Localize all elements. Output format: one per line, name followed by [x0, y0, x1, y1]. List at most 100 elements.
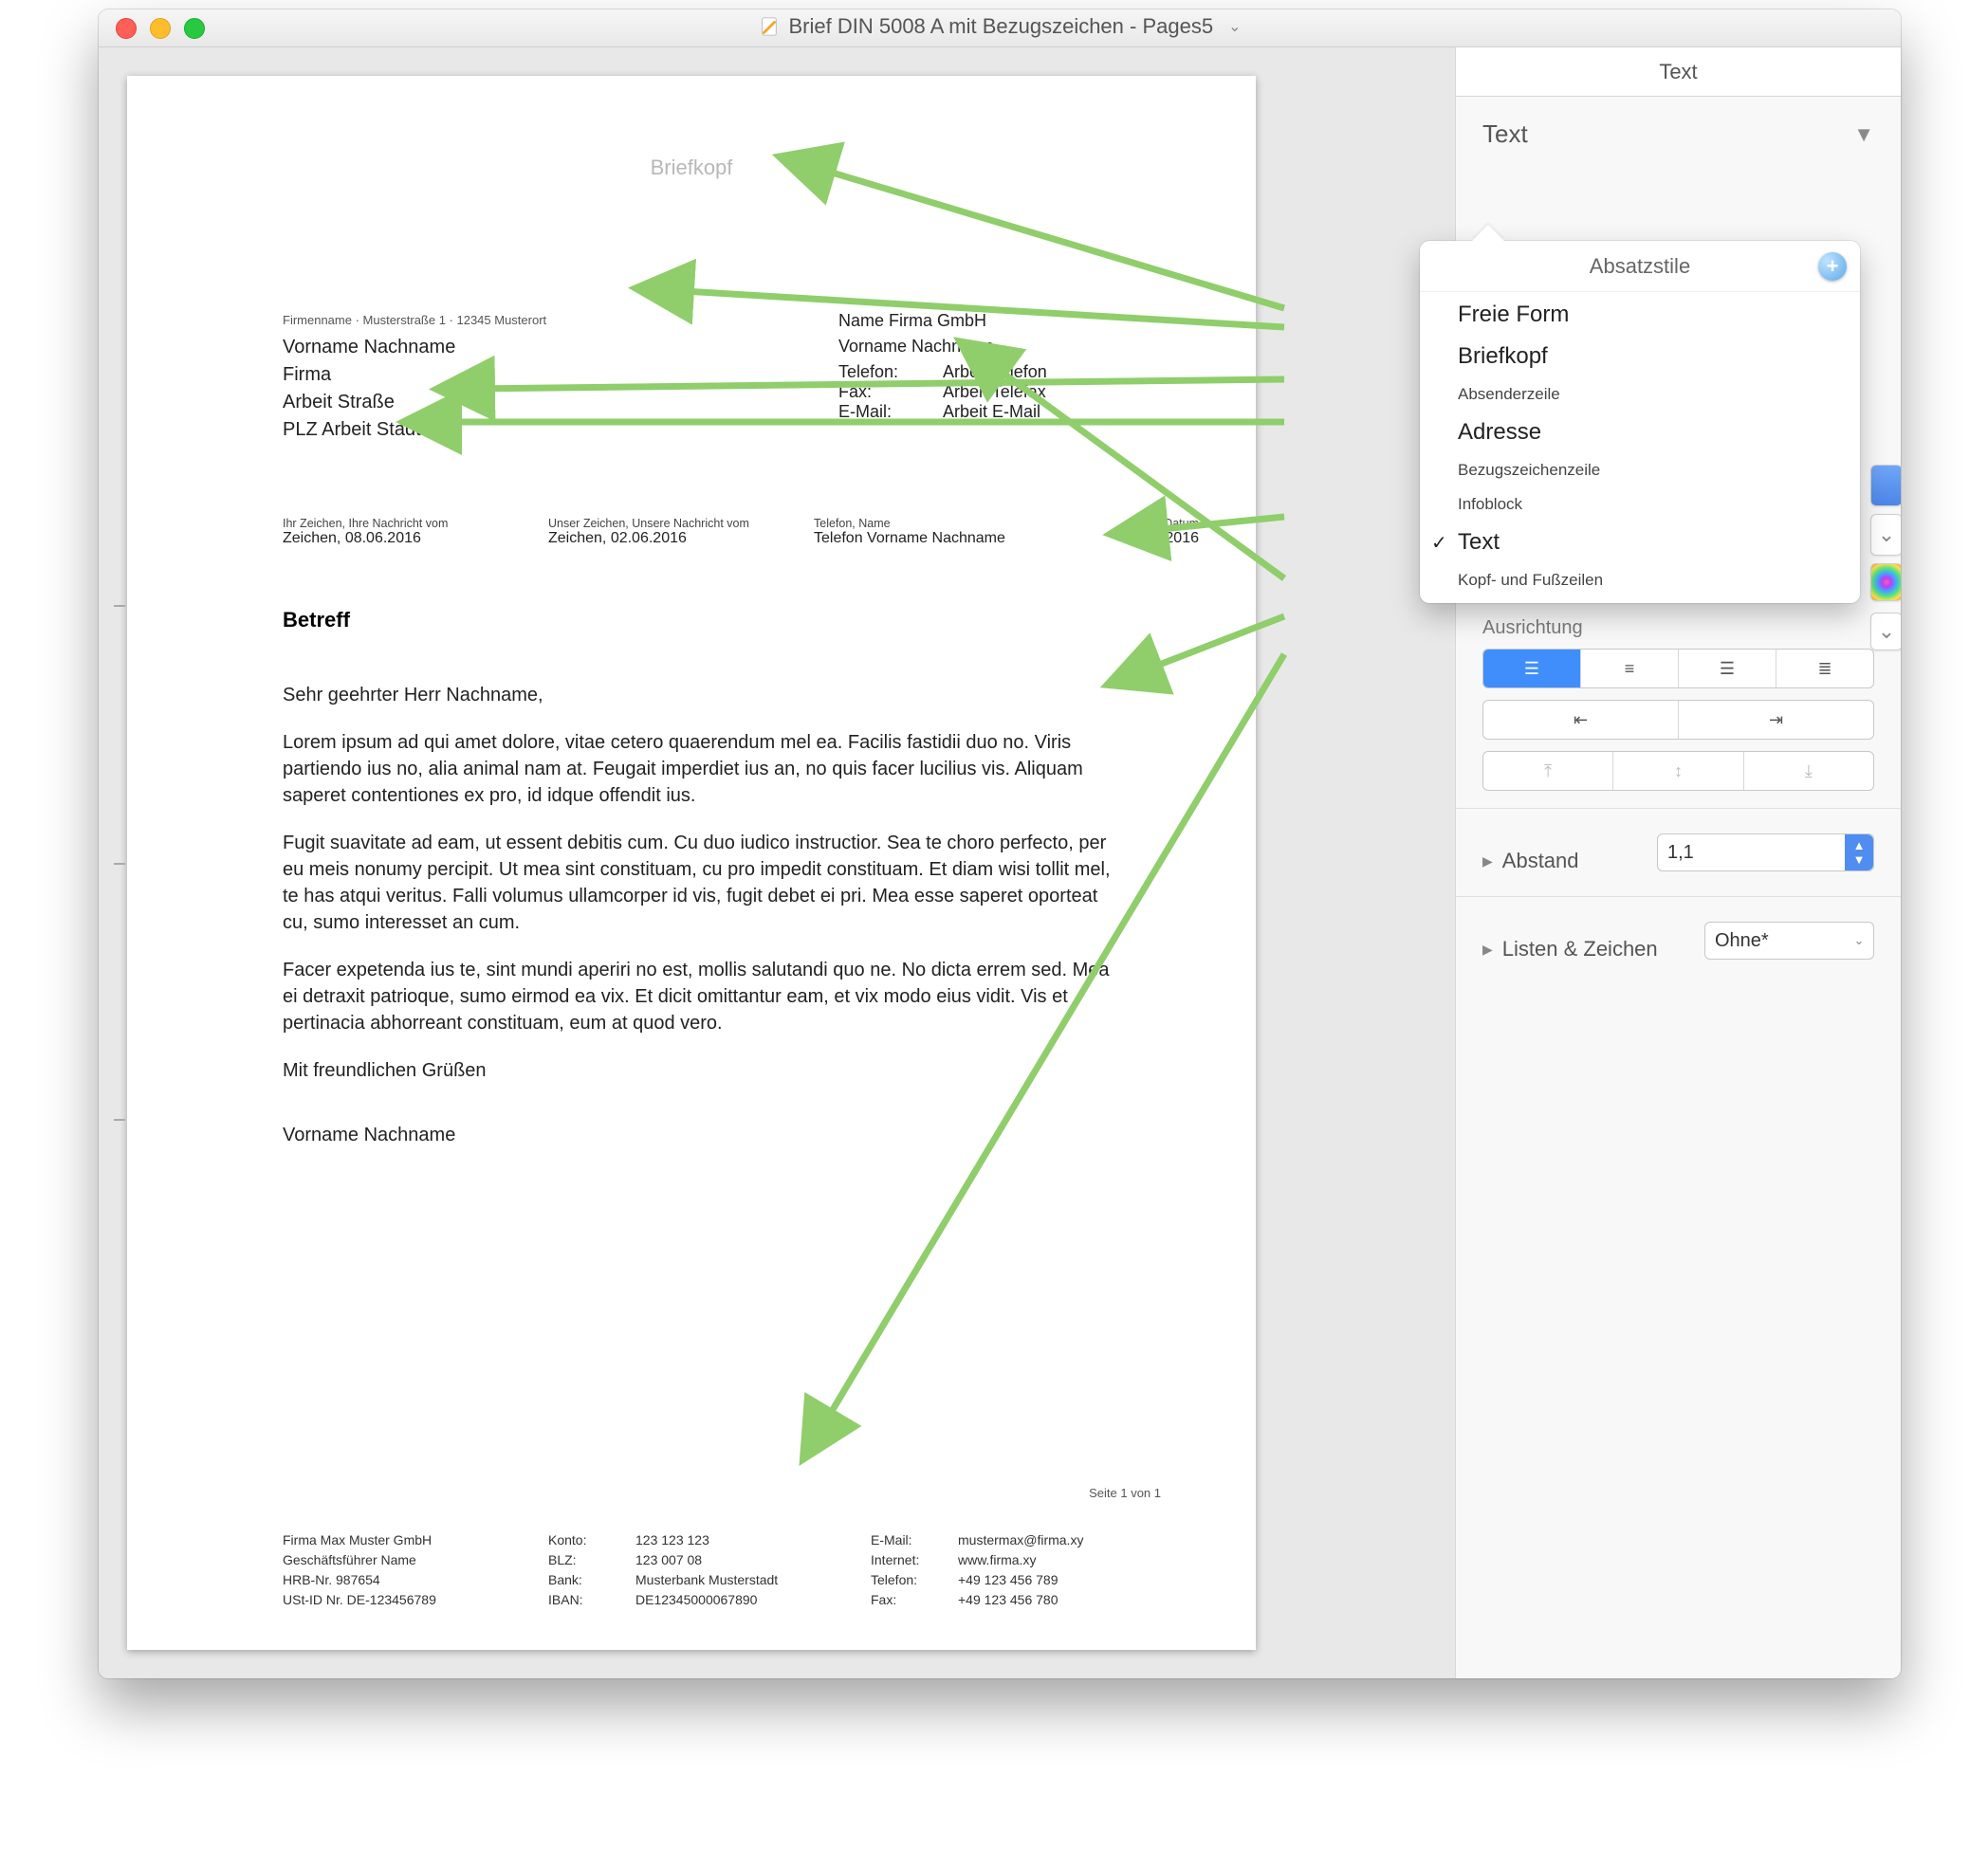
- close-icon[interactable]: [116, 18, 137, 39]
- footer-row: Fax:+49 123 456 780: [871, 1590, 1193, 1610]
- add-style-button[interactable]: +: [1818, 252, 1847, 281]
- closing: Mit freundlichen Grüßen: [283, 1057, 1117, 1084]
- paragraph: Facer expetenda ius te, sint mundi aperi…: [283, 957, 1117, 1036]
- salutation: Sehr geehrter Herr Nachname,: [283, 682, 1117, 708]
- valign-bottom-button: ⤓: [1744, 752, 1873, 790]
- chevron-down-icon[interactable]: ⌄: [1228, 17, 1241, 36]
- ref-val: Telefon Vorname Nachname: [814, 530, 1079, 547]
- ref-head: Ihr Zeichen, Ihre Nachricht vom: [283, 517, 548, 530]
- sender-line[interactable]: Firmenname · Musterstraße 1 · 12345 Must…: [283, 313, 546, 327]
- titlebar: Brief DIN 5008 A mit Bezugszeichen - Pag…: [99, 9, 1901, 47]
- format-inspector: Text Text ▼ ⌄ ⌄ Ausrichtung ☰ ≡ ☰ ≣: [1455, 47, 1901, 1678]
- minimize-icon[interactable]: [150, 18, 171, 39]
- addr-line: Vorname Nachname: [283, 334, 455, 361]
- ft: HRB-Nr. 987654: [283, 1570, 548, 1590]
- ref-val: 15.06.2016: [1079, 530, 1199, 547]
- color-well-icon[interactable]: [1870, 563, 1901, 601]
- font-size-stepper[interactable]: [1870, 465, 1901, 506]
- list-value: Ohne*: [1715, 930, 1769, 952]
- recipient-address[interactable]: Vorname Nachname Firma Arbeit Straße PLZ…: [283, 334, 455, 444]
- vertical-align-segment: ⤒ ↕ ⤓: [1482, 751, 1874, 791]
- ref-head: Unser Zeichen, Unsere Nachricht vom: [548, 517, 814, 530]
- char-style-dropdown[interactable]: ⌄: [1870, 613, 1901, 650]
- ft: Firma Max Muster GmbH: [283, 1530, 548, 1550]
- page-number: Seite 1 von 1: [1089, 1486, 1161, 1500]
- outdent-button[interactable]: ⇤: [1483, 701, 1679, 739]
- paragraph: Fugit suavitate ad eam, ut essent debiti…: [283, 830, 1117, 936]
- disclosure-triangle-icon[interactable]: ▶: [1482, 942, 1493, 958]
- ib-head: Vorname Nachname: [838, 337, 1047, 357]
- pages-app-icon: [759, 16, 780, 37]
- addr-line: Firma: [283, 361, 455, 389]
- footer-row: BLZ:123 007 08: [548, 1550, 871, 1570]
- ft: Geschäftsführer Name: [283, 1550, 548, 1570]
- footer-row: IBAN:DE12345000067890: [548, 1590, 871, 1610]
- indent-segment: ⇤ ⇥: [1482, 700, 1874, 740]
- ft: USt-ID Nr. DE-123456789: [283, 1590, 548, 1610]
- popover-title: Absatzstile: [1590, 254, 1690, 279]
- align-left-button[interactable]: ☰: [1483, 650, 1581, 687]
- footer-row: E-Mail:mustermax@firma.xy: [871, 1530, 1193, 1550]
- traffic-lights: [116, 18, 205, 39]
- window-title: Brief DIN 5008 A mit Bezugszeichen - Pag…: [789, 14, 1214, 39]
- style-item[interactable]: Infoblock: [1420, 487, 1860, 522]
- document-canvas[interactable]: Briefkopf Firmenname · Musterstraße 1 · …: [99, 47, 1455, 1678]
- signature: Vorname Nachname: [283, 1122, 1117, 1148]
- paragraph-styles-popover: Absatzstile + Freie FormBriefkopfAbsende…: [1420, 241, 1860, 603]
- ib-row: Telefon:Arbeit Telefon: [838, 362, 1047, 382]
- ref-val: Zeichen, 08.06.2016: [283, 530, 548, 547]
- list-combo[interactable]: Ohne*⌄: [1704, 922, 1874, 960]
- style-item[interactable]: Kopf- und Fußzeilen: [1420, 563, 1860, 597]
- style-item[interactable]: Bezugszeichenzeile: [1420, 453, 1860, 487]
- bold-popup-icon[interactable]: ⌄: [1870, 514, 1901, 556]
- align-right-button[interactable]: ☰: [1679, 650, 1776, 687]
- style-name: Text: [1482, 119, 1528, 149]
- popover-header: Absatzstile +: [1420, 241, 1860, 292]
- style-item[interactable]: Text✓: [1420, 522, 1860, 563]
- app-window: Brief DIN 5008 A mit Bezugszeichen - Pag…: [99, 9, 1901, 1678]
- ref-head: Datum: [1079, 517, 1199, 530]
- style-list: Freie FormBriefkopfAbsenderzeileAdresseB…: [1420, 292, 1860, 603]
- align-justify-button[interactable]: ≣: [1776, 650, 1873, 687]
- subject[interactable]: Betreff: [283, 608, 350, 632]
- paragraph-style-selector[interactable]: Text ▼: [1482, 119, 1874, 149]
- ref-val: Zeichen, 02.06.2016: [548, 530, 814, 547]
- letterhead-placeholder[interactable]: Briefkopf: [127, 156, 1256, 180]
- ib-row: Fax:Arbeit Telefax: [838, 382, 1047, 402]
- footer-row: Telefon:+49 123 456 789: [871, 1570, 1193, 1590]
- section-alignment: Ausrichtung: [1482, 617, 1874, 639]
- workarea: Briefkopf Firmenname · Musterstraße 1 · …: [99, 47, 1901, 1678]
- section-spacing: Abstand: [1502, 849, 1579, 873]
- footer-row: Konto:123 123 123: [548, 1530, 871, 1550]
- style-item[interactable]: Adresse: [1420, 412, 1860, 453]
- inspector-tab-text[interactable]: Text: [1456, 47, 1901, 97]
- indent-button[interactable]: ⇥: [1679, 701, 1873, 739]
- reference-row[interactable]: Ihr Zeichen, Ihre Nachricht vomZeichen, …: [283, 517, 1199, 547]
- ib-head: Name Firma GmbH: [838, 311, 1047, 331]
- zoom-icon[interactable]: [184, 18, 205, 39]
- style-item[interactable]: Briefkopf: [1420, 336, 1860, 377]
- page: Briefkopf Firmenname · Musterstraße 1 · …: [127, 76, 1256, 1650]
- body-text[interactable]: Sehr geehrter Herr Nachname, Lorem ipsum…: [283, 682, 1117, 1169]
- info-block[interactable]: Name Firma GmbH Vorname Nachname Telefon…: [838, 311, 1047, 422]
- chevron-down-icon: ▼: [1853, 122, 1874, 147]
- valign-middle-button: ↕: [1613, 752, 1743, 790]
- footer-block[interactable]: Firma Max Muster GmbH Geschäftsführer Na…: [283, 1530, 1199, 1610]
- section-list: Listen & Zeichen: [1502, 937, 1658, 961]
- footer-row: Bank:Musterbank Musterstadt: [548, 1570, 871, 1590]
- footer-row: Internet:www.firma.xy: [871, 1550, 1193, 1570]
- text-align-segment: ☰ ≡ ☰ ≣: [1482, 649, 1874, 688]
- style-item[interactable]: Absenderzeile: [1420, 377, 1860, 412]
- style-item[interactable]: Freie Form: [1420, 294, 1860, 336]
- paragraph: Lorem ipsum ad qui amet dolore, vitae ce…: [283, 729, 1117, 809]
- align-center-button[interactable]: ≡: [1581, 650, 1679, 687]
- disclosure-triangle-icon[interactable]: ▶: [1482, 853, 1493, 870]
- spacing-value: 1,1: [1667, 842, 1694, 864]
- ib-row: E-Mail:Arbeit E-Mail: [838, 402, 1047, 422]
- ref-head: Telefon, Name: [814, 517, 1079, 530]
- addr-line: PLZ Arbeit Stadt: [283, 416, 455, 444]
- valign-top-button: ⤒: [1483, 752, 1613, 790]
- checkmark-icon: ✓: [1431, 531, 1447, 555]
- addr-line: Arbeit Straße: [283, 389, 455, 416]
- spacing-combo[interactable]: 1,1▲▼: [1657, 833, 1874, 871]
